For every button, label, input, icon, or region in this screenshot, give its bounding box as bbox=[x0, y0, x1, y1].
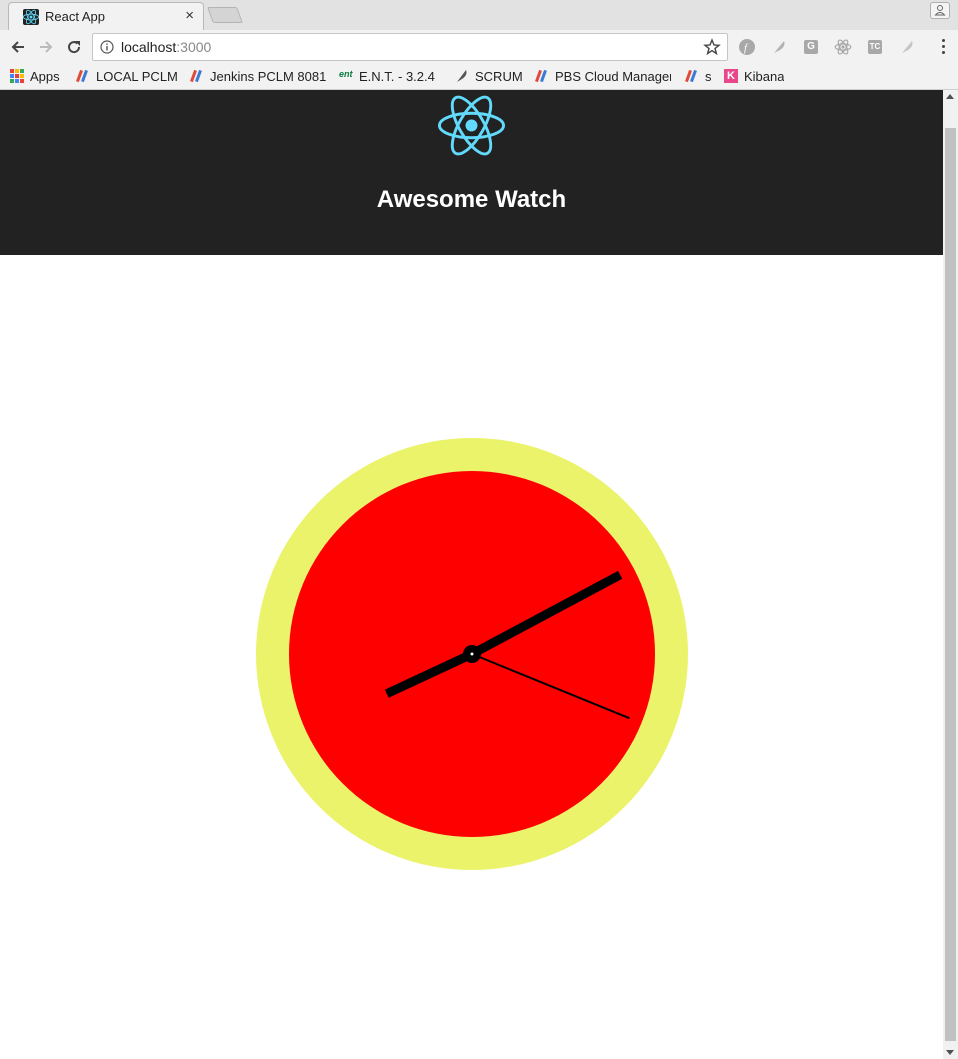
bookmark-local-pclm[interactable]: LOCAL PCLM bbox=[76, 67, 186, 85]
jenkins-icon bbox=[76, 69, 90, 83]
forward-button[interactable] bbox=[34, 35, 58, 59]
jenkins-icon bbox=[685, 69, 699, 83]
bookmark-label: E.N.T. - 3.2.4 bbox=[359, 68, 435, 84]
tab-close-icon[interactable]: × bbox=[185, 7, 194, 25]
feather-icon[interactable] bbox=[770, 38, 788, 56]
kibana-icon: K bbox=[724, 69, 738, 83]
url-host: localhost bbox=[121, 39, 177, 55]
fedora-icon[interactable]: f bbox=[738, 38, 756, 56]
page-viewport: Awesome Watch bbox=[0, 90, 943, 1059]
info-icon[interactable] bbox=[100, 40, 114, 54]
reload-icon bbox=[68, 41, 81, 54]
back-arrow-icon bbox=[11, 41, 24, 53]
url-port: :3000 bbox=[176, 39, 212, 55]
react-devtools-icon[interactable] bbox=[834, 38, 852, 56]
bookmark-label: Kibana bbox=[744, 68, 785, 84]
bookmark-label: LOCAL PCLM bbox=[96, 68, 178, 84]
react-logo-icon bbox=[438, 95, 505, 156]
bookmark-scrum[interactable]: SCRUM bbox=[455, 67, 523, 85]
ent-icon: ent bbox=[339, 69, 353, 79]
tab-title: React App bbox=[45, 9, 105, 24]
feather-icon bbox=[455, 69, 469, 83]
scrollbar-thumb[interactable] bbox=[945, 128, 956, 1041]
address-bar[interactable]: localhost:3000 bbox=[92, 33, 728, 61]
new-tab-button[interactable] bbox=[207, 7, 243, 23]
url-text[interactable]: localhost:3000 bbox=[121, 39, 211, 55]
bookmark-s[interactable]: s bbox=[685, 67, 712, 85]
app-title: Awesome Watch bbox=[376, 186, 567, 213]
bookmark-label: s bbox=[705, 68, 712, 84]
apps-grid-icon bbox=[10, 69, 24, 83]
chrome-menu-icon[interactable] bbox=[942, 39, 946, 57]
bookmark-label: SCRUM bbox=[475, 68, 523, 84]
watch-center-dot bbox=[470, 652, 474, 656]
reload-button[interactable] bbox=[62, 35, 86, 59]
tab-strip: React App × bbox=[0, 0, 958, 30]
scroll-down-arrow-icon[interactable] bbox=[946, 1050, 954, 1055]
react-favicon-icon bbox=[23, 9, 39, 25]
watch bbox=[256, 438, 688, 870]
bookmark-label: Apps bbox=[30, 68, 60, 84]
bookmark-apps[interactable]: Apps bbox=[10, 67, 60, 85]
g-extension-icon[interactable]: G bbox=[802, 38, 820, 56]
bookmarks-bar: Apps LOCAL PCLM Jenkins PCLM 8081 ent E.… bbox=[0, 64, 958, 90]
jenkins-icon bbox=[535, 69, 549, 83]
tab-react-app[interactable]: React App × bbox=[8, 2, 204, 30]
bookmark-pbs-cloud-manager[interactable]: PBS Cloud Manager bbox=[535, 67, 671, 85]
forward-arrow-icon bbox=[40, 41, 53, 53]
bookmark-star-icon[interactable] bbox=[703, 38, 721, 56]
bookmark-label: Jenkins PCLM 8081 bbox=[210, 68, 326, 84]
person-icon bbox=[934, 5, 946, 16]
scroll-up-arrow-icon[interactable] bbox=[946, 94, 954, 99]
back-button[interactable] bbox=[6, 35, 30, 59]
bookmark-jenkins-pclm[interactable]: Jenkins PCLM 8081 bbox=[190, 67, 326, 85]
bookmark-kibana[interactable]: K Kibana bbox=[724, 67, 784, 85]
browser-toolbar: localhost:3000 f G TC bbox=[0, 30, 958, 64]
app-header: Awesome Watch bbox=[0, 90, 943, 255]
bookmark-label: PBS Cloud Manager bbox=[555, 68, 671, 84]
profile-button[interactable] bbox=[930, 2, 950, 19]
vertical-scrollbar[interactable] bbox=[943, 90, 958, 1059]
tc-extension-icon[interactable]: TC bbox=[866, 38, 884, 56]
bookmark-ent[interactable]: ent E.N.T. - 3.2.4 bbox=[339, 67, 435, 85]
jenkins-icon bbox=[190, 69, 204, 83]
feather-alt-icon[interactable] bbox=[898, 38, 916, 56]
